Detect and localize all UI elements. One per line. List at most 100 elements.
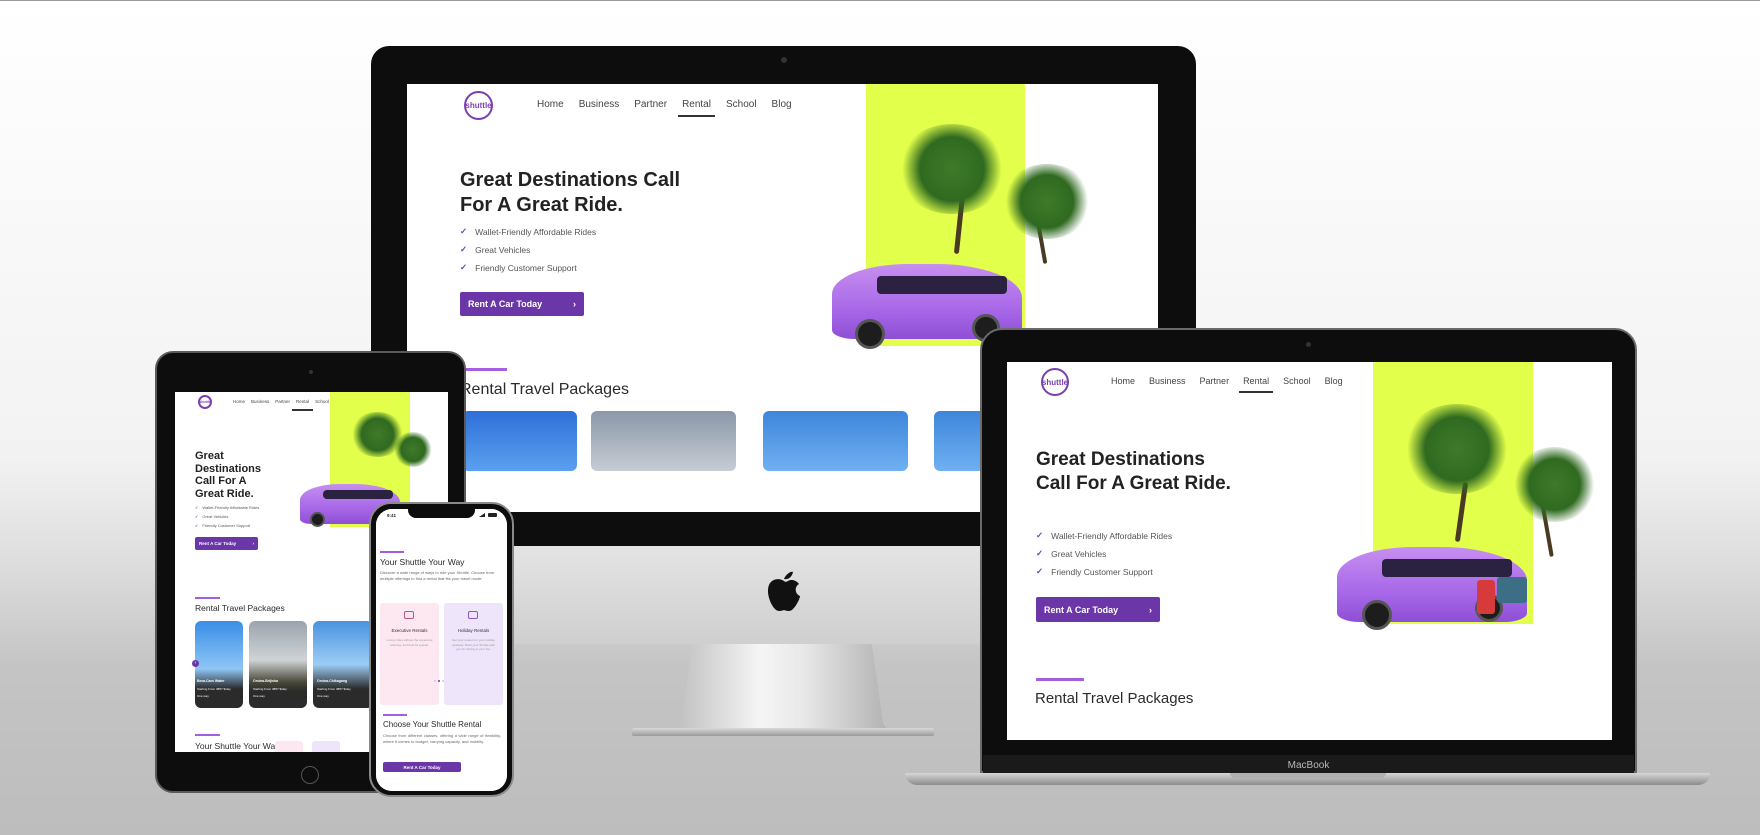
package-card[interactable] — [763, 411, 908, 471]
luggage-icon — [1477, 580, 1495, 614]
imac-stand-base — [632, 728, 934, 736]
apple-logo-icon — [763, 567, 805, 615]
choose-description: Choose from different classes, offering … — [383, 733, 501, 744]
card-trip: One way — [197, 694, 209, 698]
nav-partner[interactable]: Partner — [634, 99, 667, 110]
site-logo[interactable]: shuttle — [198, 395, 212, 409]
van-window — [1382, 559, 1512, 577]
van-window — [877, 276, 1007, 294]
section-accent-bar — [1036, 678, 1084, 681]
battery-icon — [488, 513, 497, 517]
section-title: Rental Travel Packages — [1035, 690, 1194, 707]
section-accent-bar — [383, 714, 407, 716]
carousel-dot[interactable] — [434, 680, 436, 682]
check-icon: ✓ — [1036, 530, 1044, 540]
rent-car-button[interactable]: Rent A Car Today — [383, 762, 461, 772]
main-nav: Home Business Partner Rental School Blog — [233, 399, 344, 411]
nav-rental[interactable]: Rental — [292, 399, 314, 411]
carousel-dot[interactable] — [438, 680, 440, 682]
carousel-dots[interactable] — [434, 680, 444, 682]
card-trip: One way — [317, 694, 329, 698]
nav-blog[interactable]: Blog — [1325, 376, 1343, 386]
site-logo[interactable]: shuttle — [1041, 368, 1069, 396]
nav-school[interactable]: School — [1283, 376, 1311, 386]
card-trip: One way — [253, 694, 265, 698]
nav-rental[interactable]: Rental — [1239, 376, 1274, 393]
check-icon: ✓ — [460, 244, 468, 254]
palm-tree-icon — [897, 124, 1007, 214]
rent-car-button[interactable]: Rent A Car Today › — [195, 537, 258, 550]
service-card[interactable]: Executive Rentals Luxury rides without t… — [380, 603, 439, 705]
nav-partner[interactable]: Partner — [1200, 376, 1230, 386]
iphone-screen: 9:41 Your Shuttle Your Way Discover a wi… — [376, 509, 507, 791]
card-desc: Luxury rides without the expensive order… — [386, 638, 433, 647]
service-card[interactable] — [312, 741, 340, 752]
hero-title: Great Destinations Call For A Great Ride… — [195, 450, 262, 500]
nav-home[interactable]: Home — [233, 399, 245, 404]
macbook-screen: shuttle Home Business Partner Rental Sch… — [1007, 362, 1612, 740]
card-price: Starting From 3857 $/day — [317, 687, 351, 691]
site-logo[interactable]: shuttle — [464, 91, 493, 120]
nav-rental[interactable]: Rental — [678, 99, 715, 117]
section-accent-bar — [462, 368, 507, 371]
feature-item: ✓ Great Vehicles — [195, 514, 229, 519]
hero-title: Great Destinations Call For A Great Ride… — [460, 169, 681, 216]
van-wheel — [855, 319, 885, 349]
section-accent-bar — [195, 734, 220, 736]
check-icon: ✓ — [195, 505, 199, 510]
van-wheel — [310, 512, 325, 527]
palm-tree-icon — [1512, 447, 1597, 522]
check-icon: ✓ — [195, 514, 199, 519]
top-border — [0, 0, 1760, 1]
card-desc: Get your reason for your holiday getaway… — [452, 638, 495, 651]
van-window — [323, 490, 393, 499]
card-title: Holiday Rentals — [457, 628, 490, 633]
macbook-camera-icon — [1306, 342, 1311, 347]
carousel-prev-icon[interactable]: ‹ — [192, 660, 199, 667]
rent-car-button[interactable]: Rent A Car Today › — [1036, 597, 1160, 622]
chevron-right-icon: › — [1149, 604, 1152, 615]
nav-blog[interactable]: Blog — [772, 99, 792, 110]
section-description: Discover a wide range of ways to ride yo… — [380, 570, 495, 581]
section-title: Rental Travel Packages — [195, 603, 285, 613]
macbook-site: shuttle Home Business Partner Rental Sch… — [1007, 362, 1612, 740]
package-card[interactable]: Orsina-Brijisha Starting From 3857 $/day… — [249, 621, 307, 708]
card-title: Executive Rentals — [391, 628, 428, 633]
service-card[interactable] — [275, 741, 303, 752]
feature-item: ✓ Friendly Customer Support — [195, 523, 251, 528]
feature-item: ✓ Wallet-Friendly Affordable Rides — [195, 505, 260, 510]
ipad-camera-icon — [309, 370, 313, 374]
main-nav: Home Business Partner Rental School Blog — [537, 99, 792, 117]
macbook-bezel-label: MacBook — [983, 755, 1634, 775]
nav-business[interactable]: Business — [1149, 376, 1186, 386]
check-icon: ✓ — [460, 226, 468, 236]
package-card[interactable]: Orsina-Chikagang Starting From 3857 $/da… — [313, 621, 373, 708]
service-card[interactable]: Holiday Rentals Get your reason for your… — [444, 603, 503, 705]
status-time: 9:41 — [387, 513, 397, 518]
iphone-site: 9:41 Your Shuttle Your Way Discover a wi… — [376, 509, 507, 791]
rent-car-button[interactable]: Rent A Car Today › — [460, 292, 584, 316]
package-card[interactable] — [591, 411, 736, 471]
check-icon: ✓ — [460, 262, 468, 272]
iphone-notch — [408, 509, 475, 518]
nav-home[interactable]: Home — [537, 99, 564, 110]
card-title: Orsina-Chikagang — [317, 679, 348, 683]
carousel-dot[interactable] — [442, 680, 444, 682]
nav-home[interactable]: Home — [1111, 376, 1135, 386]
palm-tree-icon — [393, 432, 433, 467]
package-card[interactable] — [462, 411, 577, 471]
section-accent-bar — [195, 597, 220, 599]
ipad-home-button[interactable] — [301, 766, 319, 784]
nav-school[interactable]: School — [726, 99, 757, 110]
nav-business[interactable]: Business — [579, 99, 620, 110]
card-title: Bora-Cars Water — [197, 679, 225, 683]
luggage-icon — [1497, 577, 1527, 603]
feature-item: ✓ Friendly Customer Support — [460, 262, 577, 273]
feature-item: ✓ Friendly Customer Support — [1036, 566, 1153, 577]
section-title: Your Shuttle Your Way — [380, 557, 465, 567]
card-title: Orsina-Brijisha — [253, 679, 279, 683]
nav-school[interactable]: School — [315, 399, 329, 404]
nav-partner[interactable]: Partner — [275, 399, 290, 404]
nav-business[interactable]: Business — [251, 399, 269, 404]
section-accent-bar — [380, 551, 404, 553]
